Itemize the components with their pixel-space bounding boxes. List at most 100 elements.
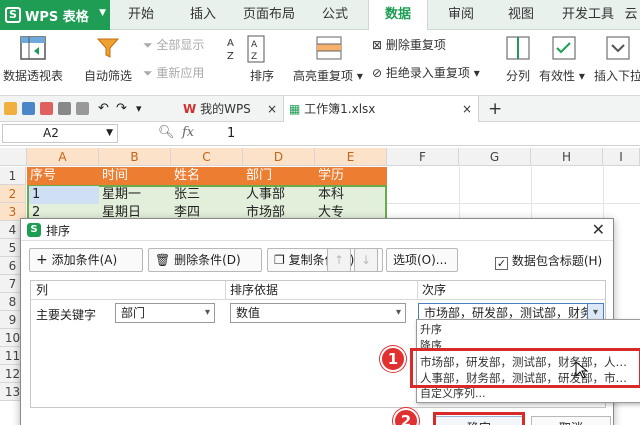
- insert-dropdown-button[interactable]: 插入下拉: [594, 67, 640, 84]
- tab-cloud[interactable]: 云: [622, 0, 640, 30]
- add-condition-button[interactable]: + 添加条件(A): [29, 248, 143, 272]
- delete-duplicates-button[interactable]: ⊠ 删除重复项: [372, 36, 446, 53]
- row-header-1[interactable]: 1: [0, 167, 26, 185]
- close-icon[interactable]: ✕: [592, 220, 605, 239]
- sort-basis-select[interactable]: 数值 ▾: [230, 303, 406, 323]
- app-name: WPS 表格: [25, 9, 89, 25]
- column-header-g[interactable]: G: [459, 148, 531, 166]
- formula-bar: A2 ▼ 🔍︎ fx 1: [0, 122, 640, 146]
- tab-my-wps[interactable]: W 我的WPS ×: [165, 96, 283, 122]
- filter-small-icon: ⏷: [143, 38, 157, 52]
- sort-button[interactable]: 排序: [250, 67, 274, 84]
- chevron-down-icon: ▼: [106, 128, 113, 138]
- tab-workbook[interactable]: ▦ 工作簿1.xlsx ×: [283, 96, 479, 122]
- reapply-button[interactable]: ⏷ 重新应用: [143, 64, 204, 81]
- pivot-table-button[interactable]: 数据透视表: [3, 67, 63, 84]
- table-header-row: 序号 时间 姓名 部门 学历: [27, 167, 387, 185]
- filter-small-icon: ⏷: [143, 66, 157, 80]
- close-tab-icon[interactable]: ×: [267, 96, 277, 122]
- order-header: 次序: [422, 283, 447, 297]
- chevron-down-icon: ▾: [204, 307, 210, 318]
- reject-icon: ⊘: [372, 66, 386, 80]
- column-header-i[interactable]: I: [603, 148, 640, 166]
- tab-developer[interactable]: 开发工具: [556, 0, 620, 30]
- undo-icon[interactable]: ↶: [98, 102, 111, 115]
- pivot-table-icon: [20, 36, 46, 60]
- tab-page-layout[interactable]: 页面布局: [238, 0, 300, 30]
- divider: [31, 299, 605, 300]
- highlight-duplicates-button[interactable]: 高亮重复项 ▾: [293, 67, 363, 84]
- delete-condition-button[interactable]: 🗑︎ 删除条件(D): [148, 248, 262, 272]
- wps-logo-icon: S: [27, 223, 41, 237]
- sort-icon: A Z A Z: [227, 35, 265, 63]
- split-columns-icon: [506, 36, 530, 60]
- header-cell[interactable]: 时间: [99, 167, 171, 185]
- close-tab-icon[interactable]: ×: [462, 96, 472, 122]
- table-cell[interactable]: 星期一: [99, 186, 171, 204]
- ribbon-tab-bar: S WPS 表格 ▼ 开始 插入 页面布局 公式 数据 审阅 视图 开发工具 云: [0, 0, 640, 30]
- magnifier-icon[interactable]: 🔍︎: [158, 125, 175, 140]
- header-cell[interactable]: 部门: [243, 167, 315, 185]
- option-ascending[interactable]: 升序: [420, 322, 442, 338]
- tab-data[interactable]: 数据: [368, 0, 428, 30]
- svg-text:A: A: [251, 40, 258, 50]
- checkbox-checked-icon[interactable]: ✓: [495, 257, 508, 270]
- move-down-arrow-icon[interactable]: ↓: [354, 248, 378, 272]
- column-header-d[interactable]: D: [243, 148, 315, 166]
- new-tab-plus-icon[interactable]: +: [488, 96, 502, 122]
- export-pdf-icon[interactable]: [40, 102, 53, 115]
- column-header-a[interactable]: A: [27, 148, 99, 166]
- validity-button[interactable]: 有效性 ▾: [539, 67, 585, 84]
- data-ribbon: 数据透视表 自动筛选 ⏷ 全部显示 ⏷ 重新应用 A Z A Z 排序 高亮重复…: [0, 30, 640, 96]
- options-button[interactable]: 选项(O)...: [386, 248, 458, 272]
- reject-duplicates-button[interactable]: ⊘ 拒绝录入重复项 ▾: [372, 64, 480, 81]
- header-checkbox-row[interactable]: ✓ 数据包含标题(H): [495, 252, 602, 270]
- formula-input[interactable]: 1: [227, 126, 235, 141]
- table-cell[interactable]: 1: [29, 186, 99, 204]
- print-preview-icon[interactable]: [76, 102, 89, 115]
- plus-icon: +: [36, 252, 48, 268]
- name-box[interactable]: A2 ▼: [2, 124, 118, 143]
- cancel-button[interactable]: 取消: [531, 416, 611, 425]
- row-header-2[interactable]: 2: [0, 185, 26, 203]
- column-header-c[interactable]: C: [171, 148, 243, 166]
- select-all-corner[interactable]: [0, 148, 27, 166]
- option-custom-sequence[interactable]: 自定义序列...: [420, 386, 486, 402]
- wps-logo-icon: S: [5, 7, 21, 23]
- svg-text:Z: Z: [251, 52, 257, 62]
- split-columns-button[interactable]: 分列: [506, 67, 530, 84]
- tab-home[interactable]: 开始: [118, 0, 164, 30]
- filter-funnel-icon: [96, 38, 120, 58]
- move-up-arrow-icon[interactable]: ↑: [327, 248, 351, 272]
- print-icon[interactable]: [58, 102, 71, 115]
- tab-insert[interactable]: 插入: [180, 0, 226, 30]
- chevron-down-icon: ▼: [99, 8, 106, 18]
- app-menu-button[interactable]: S WPS 表格 ▼: [0, 0, 110, 30]
- header-cell[interactable]: 姓名: [171, 167, 243, 185]
- table-cell[interactable]: 张三: [171, 186, 243, 204]
- header-cell[interactable]: 学历: [315, 167, 387, 185]
- column-header-h[interactable]: H: [531, 148, 603, 166]
- tab-review[interactable]: 审阅: [438, 0, 484, 30]
- open-folder-icon[interactable]: [4, 102, 17, 115]
- column-header-b[interactable]: B: [99, 148, 171, 166]
- show-all-button[interactable]: ⏷ 全部显示: [143, 36, 204, 53]
- column-select[interactable]: 部门 ▾: [115, 303, 215, 323]
- header-cell[interactable]: 序号: [27, 167, 99, 185]
- delete-dup-icon: ⊠: [372, 38, 386, 52]
- tab-view[interactable]: 视图: [498, 0, 544, 30]
- column-header-e[interactable]: E: [315, 148, 387, 166]
- fx-button[interactable]: fx: [182, 125, 194, 140]
- column-header-f[interactable]: F: [387, 148, 459, 166]
- table-cell[interactable]: 人事部: [243, 186, 315, 204]
- customize-chevron-icon[interactable]: ▾: [136, 102, 149, 115]
- autofilter-button[interactable]: 自动筛选: [84, 67, 132, 84]
- tab-formula[interactable]: 公式: [312, 0, 358, 30]
- svg-text:A: A: [227, 38, 234, 49]
- table-cell[interactable]: 本科: [315, 186, 385, 204]
- save-icon[interactable]: [22, 102, 35, 115]
- spreadsheet-file-icon: ▦: [289, 102, 301, 116]
- validity-icon: [552, 36, 576, 60]
- quick-access-bar: ↶ ↷ ▾ W 我的WPS × ▦ 工作簿1.xlsx × +: [0, 96, 640, 122]
- redo-icon[interactable]: ↷: [116, 102, 129, 115]
